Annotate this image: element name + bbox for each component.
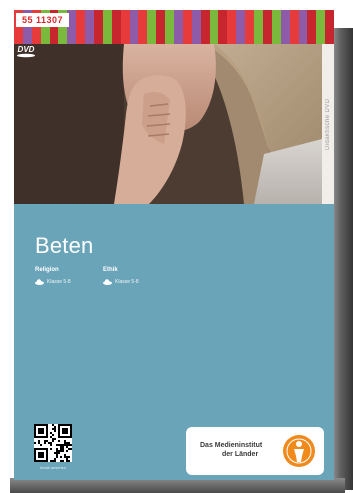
color-stripe (316, 10, 326, 44)
cover-photo: DVD (14, 44, 322, 204)
color-stripe (262, 10, 272, 44)
color-stripe (254, 10, 263, 44)
product-id-label: 55 11307 (16, 13, 70, 27)
color-stripe (307, 10, 317, 44)
meta-value: Klasse 5-8 (115, 279, 139, 285)
color-stripe (227, 10, 237, 44)
color-stripe (120, 10, 130, 44)
color-stripe (138, 10, 148, 44)
color-stripe (174, 10, 183, 44)
cover-shadow-bottom (10, 478, 345, 493)
meta-column-1: Religion Klasse 5-8 (35, 266, 71, 285)
color-stripe (298, 10, 308, 44)
publisher-logo-card: Das Medieninstitut der Länder (186, 427, 324, 475)
qr-code[interactable] (34, 424, 72, 462)
color-stripe (289, 10, 299, 44)
publisher-line-1: Das Medieninstitut (200, 442, 263, 449)
color-stripe (147, 10, 157, 44)
color-stripe (271, 10, 281, 44)
color-stripe (191, 10, 201, 44)
dvd-cover-page: 55 11307 DVD Didaktische DVD Beten Relig… (0, 0, 353, 493)
meta-label: Religion (35, 267, 59, 273)
series-label: Didaktische DVD (325, 98, 331, 150)
color-stripe (111, 10, 121, 44)
praying-person-illustration (14, 44, 322, 204)
color-stripe (85, 10, 95, 44)
cover-shadow-right (333, 28, 353, 490)
color-stripe (200, 10, 210, 44)
color-stripe (129, 10, 139, 44)
color-stripe (182, 10, 192, 44)
qr-caption: Inhalt ansehen (39, 465, 67, 470)
dvd-cover: 55 11307 DVD Didaktische DVD Beten Relig… (14, 10, 334, 480)
color-stripe (156, 10, 166, 44)
cover-title: Beten (35, 233, 94, 258)
person-medallion-icon (283, 435, 315, 467)
svg-text:DVD: DVD (18, 45, 35, 54)
cloud-icon (35, 279, 44, 285)
color-stripe (245, 10, 255, 44)
dvd-logo-icon: DVD (17, 45, 35, 58)
meta-column-2: Ethik Klasse 5-8 (103, 266, 139, 285)
color-stripe (76, 10, 86, 44)
color-stripe (218, 10, 228, 44)
color-stripe (165, 10, 175, 44)
color-stripe (102, 10, 112, 44)
color-stripe (325, 10, 334, 44)
color-stripe (209, 10, 219, 44)
publisher-name: Das Medieninstitut der Länder (200, 441, 262, 459)
product-id-text: 55 11307 (22, 15, 64, 25)
publisher-line-2: der Länder (222, 451, 259, 458)
color-stripe (236, 10, 246, 44)
meta-label: Ethik (103, 267, 118, 273)
color-stripe (280, 10, 290, 44)
cloud-icon (103, 279, 112, 285)
meta-value: Klasse 5-8 (47, 279, 71, 285)
color-stripe (94, 10, 103, 44)
qr-code-icon (34, 424, 72, 462)
